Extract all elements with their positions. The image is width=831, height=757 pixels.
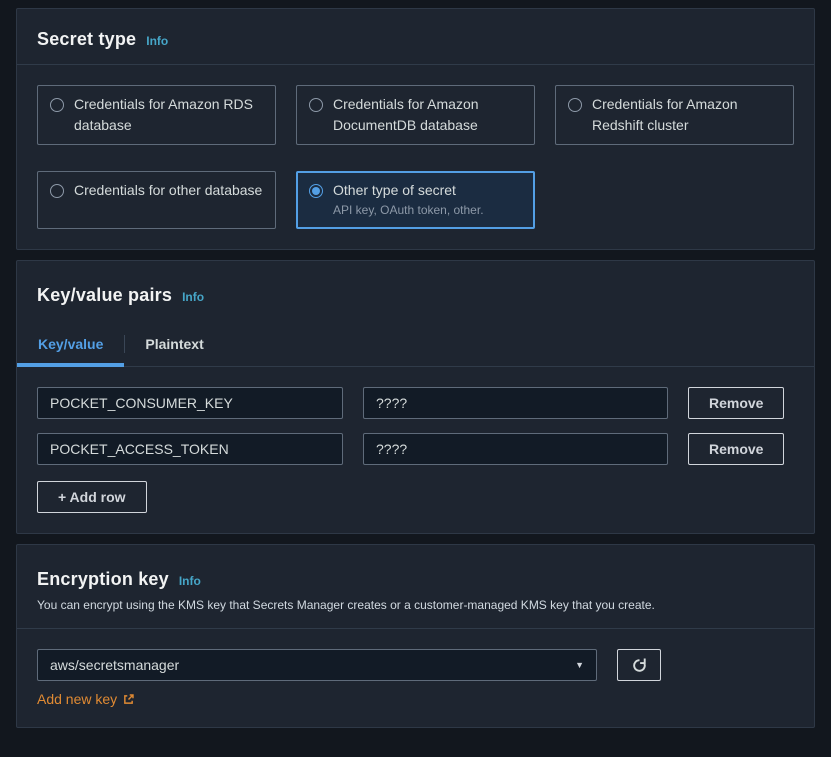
key-value-pairs-info-link[interactable]: Info	[182, 290, 204, 304]
add-new-key-label: Add new key	[37, 691, 117, 707]
tile-label: Credentials for Amazon DocumentDB databa…	[333, 94, 522, 136]
kms-key-selected-value: aws/secretsmanager	[50, 657, 179, 673]
encryption-key-panel: Encryption key Info You can encrypt usin…	[16, 544, 815, 728]
encryption-key-body: aws/secretsmanager ▼ Add new key	[17, 629, 814, 727]
secret-type-info-link[interactable]: Info	[146, 34, 168, 48]
kms-key-select[interactable]: aws/secretsmanager ▼	[37, 649, 597, 681]
secret-type-header: Secret type Info	[17, 9, 814, 64]
secret-type-option-documentdb[interactable]: Credentials for Amazon DocumentDB databa…	[296, 85, 535, 145]
secret-type-title: Secret type	[37, 29, 136, 50]
store-secret-form: Secret type Info Credentials for Amazon …	[0, 0, 831, 728]
radio-icon	[50, 184, 64, 198]
secret-key-input[interactable]	[37, 387, 343, 419]
key-value-pairs-body: Remove Remove + Add row	[17, 367, 814, 533]
secret-value-input[interactable]	[363, 433, 668, 465]
add-row-button[interactable]: + Add row	[37, 481, 147, 513]
radio-icon	[50, 98, 64, 112]
add-new-key-link[interactable]: Add new key	[37, 691, 135, 707]
key-value-pairs-title: Key/value pairs	[37, 285, 172, 306]
radio-selected-icon	[309, 184, 323, 198]
key-value-pairs-panel: Key/value pairs Info Key/value Plaintext…	[16, 260, 815, 534]
secret-type-option-rds[interactable]: Credentials for Amazon RDS database	[37, 85, 276, 145]
secret-key-input[interactable]	[37, 433, 343, 465]
secret-type-option-redshift[interactable]: Credentials for Amazon Redshift cluster	[555, 85, 794, 145]
refresh-button[interactable]	[617, 649, 661, 681]
tab-plaintext[interactable]: Plaintext	[124, 322, 224, 366]
secret-value-tabs: Key/value Plaintext	[17, 322, 814, 367]
key-value-pairs-header: Key/value pairs Info	[17, 261, 814, 322]
secret-type-panel: Secret type Info Credentials for Amazon …	[16, 8, 815, 250]
secret-type-options: Credentials for Amazon RDS database Cred…	[17, 65, 814, 249]
encryption-key-title: Encryption key	[37, 569, 169, 590]
radio-icon	[568, 98, 582, 112]
refresh-icon	[631, 657, 648, 674]
tile-label: Other type of secret	[333, 180, 484, 201]
secret-value-input[interactable]	[363, 387, 668, 419]
encryption-key-description: You can encrypt using the KMS key that S…	[37, 598, 794, 612]
secret-type-option-other-secret[interactable]: Other type of secret API key, OAuth toke…	[296, 171, 535, 229]
tile-description: API key, OAuth token, other.	[333, 202, 484, 219]
tab-key-value[interactable]: Key/value	[17, 322, 124, 366]
tile-label: Credentials for other database	[74, 180, 262, 201]
encryption-key-header: Encryption key Info You can encrypt usin…	[17, 545, 814, 628]
remove-row-button[interactable]: Remove	[688, 433, 784, 465]
key-value-row: Remove	[37, 433, 794, 465]
tile-label: Credentials for Amazon Redshift cluster	[592, 94, 781, 136]
external-link-icon	[122, 693, 135, 706]
chevron-down-icon: ▼	[575, 660, 584, 670]
radio-icon	[309, 98, 323, 112]
encryption-key-info-link[interactable]: Info	[179, 574, 201, 588]
remove-row-button[interactable]: Remove	[688, 387, 784, 419]
secret-type-option-other-database[interactable]: Credentials for other database	[37, 171, 276, 229]
key-value-row: Remove	[37, 387, 794, 419]
tile-label: Credentials for Amazon RDS database	[74, 94, 263, 136]
